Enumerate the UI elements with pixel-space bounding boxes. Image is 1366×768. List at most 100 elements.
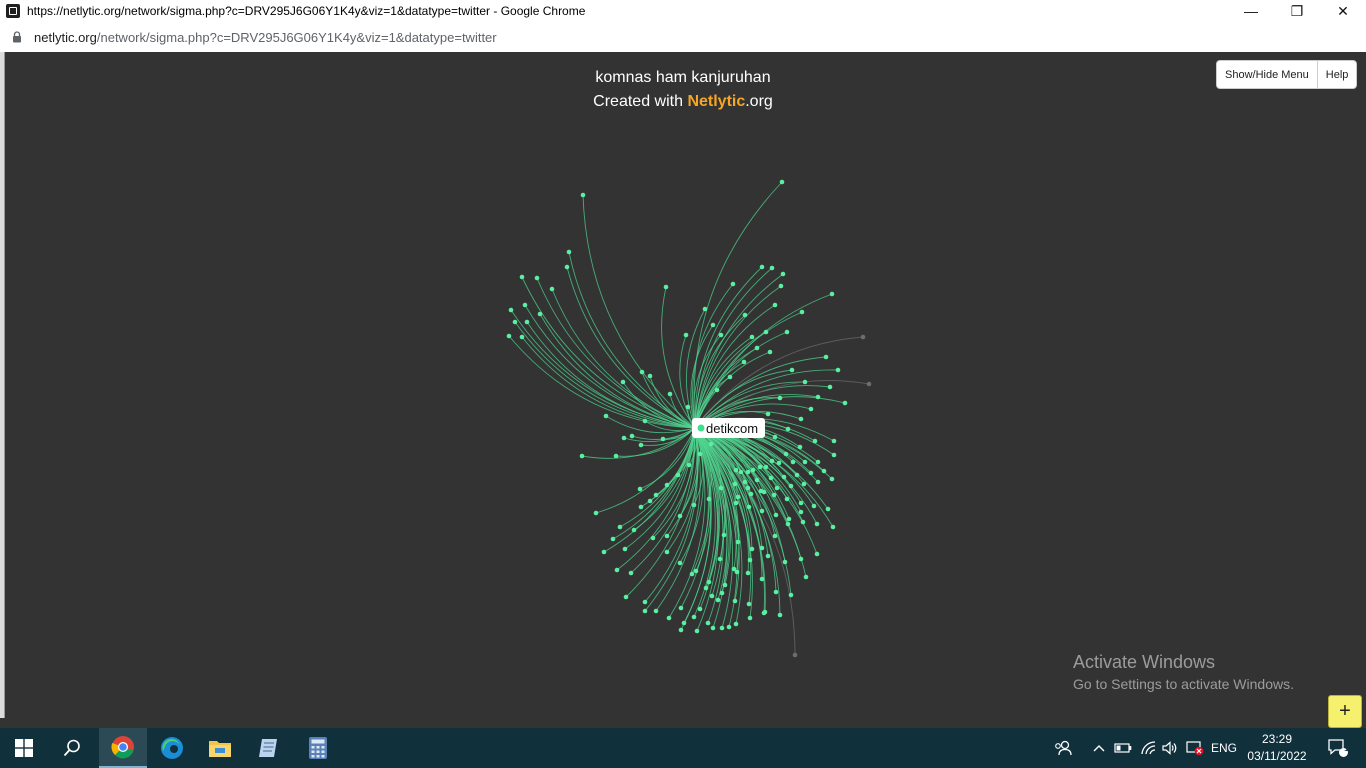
graph-node[interactable]	[730, 281, 736, 287]
graph-node[interactable]	[821, 468, 827, 474]
graph-node[interactable]	[710, 625, 716, 631]
graph-node[interactable]	[603, 413, 609, 419]
graph-node[interactable]	[759, 264, 765, 270]
graph-node[interactable]	[765, 553, 771, 559]
graph-node[interactable]	[771, 492, 777, 498]
graph-node[interactable]	[750, 467, 756, 473]
graph-node[interactable]	[691, 502, 697, 508]
graph-node[interactable]	[741, 359, 747, 365]
graph-node[interactable]	[653, 492, 659, 498]
graph-node[interactable]	[802, 379, 808, 385]
graph-node[interactable]	[786, 516, 792, 522]
graph-node[interactable]	[763, 329, 769, 335]
url-text[interactable]: netlytic.org/network/sigma.php?c=DRV295J…	[34, 30, 497, 45]
graph-node[interactable]	[522, 302, 528, 308]
graph-node[interactable]	[519, 334, 525, 340]
graph-node[interactable]	[749, 546, 755, 552]
address-bar[interactable]: netlytic.org/network/sigma.php?c=DRV295J…	[0, 22, 1366, 53]
graph-node[interactable]	[794, 472, 800, 478]
graph-node[interactable]	[678, 627, 684, 633]
graph-node[interactable]	[686, 462, 692, 468]
taskbar-file-explorer[interactable]	[196, 728, 244, 768]
graph-node[interactable]	[814, 521, 820, 527]
graph-node[interactable]	[768, 475, 774, 481]
graph-node[interactable]	[622, 546, 628, 552]
graph-node[interactable]	[613, 453, 619, 459]
graph-node-gray[interactable]	[792, 652, 798, 658]
graph-node[interactable]	[506, 333, 512, 339]
graph-node[interactable]	[772, 434, 778, 440]
show-hidden-icons-button[interactable]	[1088, 728, 1110, 768]
graph-node[interactable]	[778, 283, 784, 289]
graph-node[interactable]	[767, 349, 773, 355]
graph-node[interactable]	[610, 536, 616, 542]
graph-node[interactable]	[735, 539, 741, 545]
graph-node[interactable]	[777, 612, 783, 618]
graph-node[interactable]	[831, 452, 837, 458]
graph-node[interactable]	[512, 319, 518, 325]
graph-node-gray[interactable]	[866, 381, 872, 387]
graph-node[interactable]	[714, 387, 720, 393]
graph-node[interactable]	[733, 500, 739, 506]
netlytic-brand[interactable]: Netlytic	[687, 93, 745, 110]
graph-node[interactable]	[677, 513, 683, 519]
graph-node[interactable]	[774, 485, 780, 491]
graph-node[interactable]	[811, 503, 817, 509]
graph-node[interactable]	[697, 606, 703, 612]
graph-node[interactable]	[842, 400, 848, 406]
graph-node[interactable]	[691, 614, 697, 620]
graph-node[interactable]	[693, 568, 699, 574]
graph-node[interactable]	[631, 527, 637, 533]
graph-node[interactable]	[801, 481, 807, 487]
graph-node[interactable]	[733, 467, 739, 473]
graph-node[interactable]	[726, 624, 732, 630]
graph-node-gray[interactable]	[860, 334, 866, 340]
volume-button[interactable]	[1159, 728, 1181, 768]
graph-node[interactable]	[798, 509, 804, 515]
graph-node[interactable]	[746, 504, 752, 510]
graph-node[interactable]	[746, 601, 752, 607]
graph-node[interactable]	[762, 609, 768, 615]
graph-node[interactable]	[685, 404, 691, 410]
graph-node[interactable]	[745, 570, 751, 576]
graph-node[interactable]	[749, 334, 755, 340]
graph-node[interactable]	[777, 395, 783, 401]
graph-node[interactable]	[772, 302, 778, 308]
graph-node[interactable]	[790, 459, 796, 465]
graph-node[interactable]	[769, 458, 775, 464]
graph-node[interactable]	[797, 444, 803, 450]
graph-node[interactable]	[765, 411, 771, 417]
graph-node[interactable]	[812, 438, 818, 444]
graph-node[interactable]	[519, 274, 525, 280]
graph-node[interactable]	[823, 354, 829, 360]
graph-node[interactable]	[754, 477, 760, 483]
action-center-button[interactable]: 1	[1318, 728, 1358, 768]
graph-node[interactable]	[759, 545, 765, 551]
graph-node[interactable]	[785, 521, 791, 527]
graph-node[interactable]	[831, 438, 837, 444]
graph-node[interactable]	[798, 556, 804, 562]
graph-node[interactable]	[689, 571, 695, 577]
graph-node[interactable]	[664, 533, 670, 539]
graph-node[interactable]	[601, 549, 607, 555]
graph-node[interactable]	[808, 406, 814, 412]
graph-node[interactable]	[722, 582, 728, 588]
minimize-button[interactable]: —	[1228, 0, 1274, 22]
graph-node[interactable]	[621, 435, 627, 441]
graph-node[interactable]	[710, 322, 716, 328]
graph-node[interactable]	[785, 426, 791, 432]
graph-node[interactable]	[717, 556, 723, 562]
graph-node[interactable]	[815, 459, 821, 465]
graph-node[interactable]	[738, 469, 744, 475]
graph-node[interactable]	[776, 460, 782, 466]
graph-node[interactable]	[642, 608, 648, 614]
wifi-button[interactable]	[1137, 728, 1159, 768]
graph-node[interactable]	[788, 483, 794, 489]
graph-node[interactable]	[783, 451, 789, 457]
graph-node[interactable]	[784, 496, 790, 502]
graph-node[interactable]	[798, 416, 804, 422]
graph-node[interactable]	[623, 594, 629, 600]
graph-node[interactable]	[628, 570, 634, 576]
network-canvas[interactable]: detikcom komnas ham kanjuruhan Created w…	[0, 52, 1366, 728]
graph-node[interactable]	[803, 574, 809, 580]
